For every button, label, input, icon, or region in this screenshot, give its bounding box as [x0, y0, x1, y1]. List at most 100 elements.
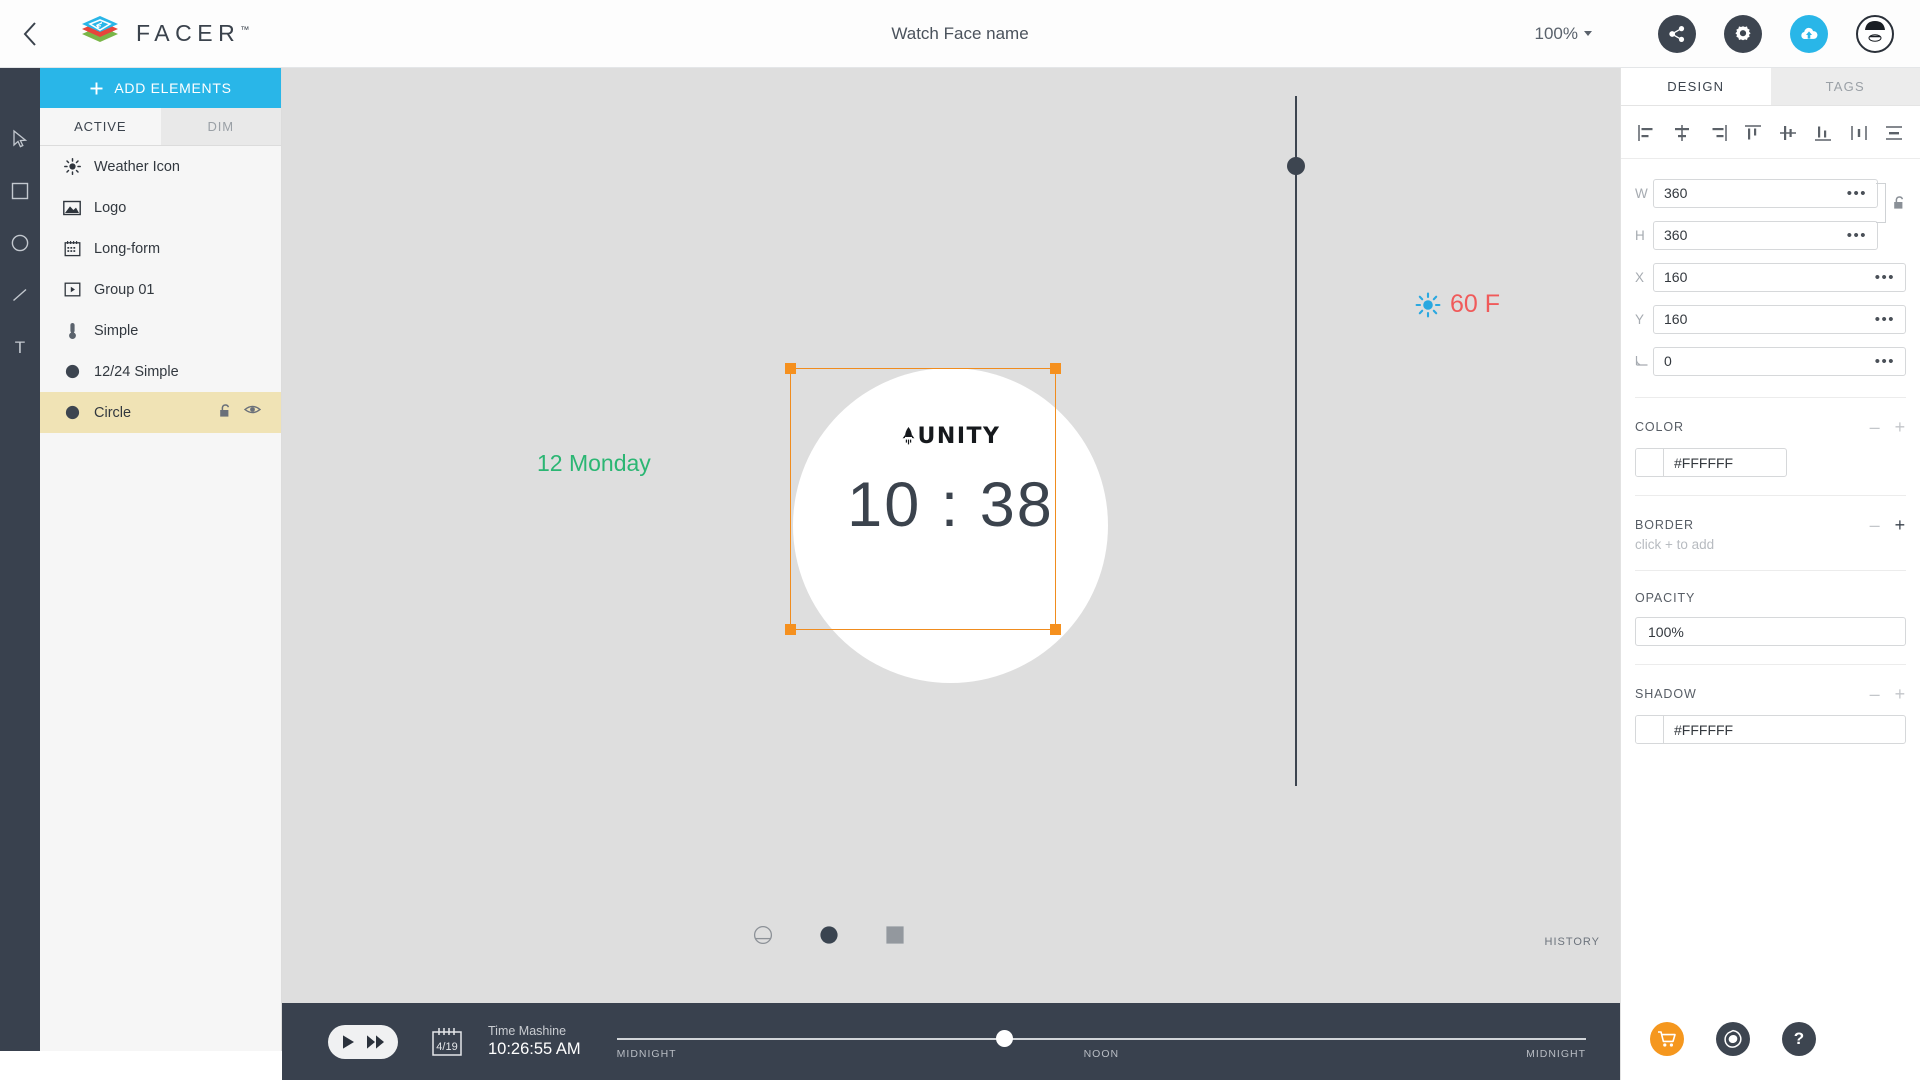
select-tool[interactable] — [7, 126, 33, 152]
add-elements-button[interactable]: ADD ELEMENTS — [40, 68, 281, 108]
rotation-input[interactable]: 0 ••• — [1653, 346, 1906, 376]
align-right-icon[interactable] — [1706, 122, 1730, 144]
x-label: X — [1635, 269, 1645, 285]
color-section-title: COLOR — [1635, 420, 1684, 434]
publish-button[interactable] — [1790, 14, 1828, 53]
distribute-horizontal-icon[interactable] — [1847, 122, 1871, 144]
angle-icon — [1635, 355, 1648, 366]
ellipse-tool[interactable] — [7, 230, 33, 256]
canvas-date-element[interactable]: 12 Monday — [537, 450, 651, 477]
canvas-zoom-slider[interactable] — [1287, 96, 1305, 786]
canvas-weather-element[interactable]: 60 F — [1415, 290, 1500, 319]
border-add-button[interactable]: + — [1895, 516, 1906, 534]
y-label: Y — [1635, 311, 1645, 327]
color-hex-value[interactable]: #FFFFFF — [1664, 449, 1786, 476]
playback-controls[interactable] — [328, 1024, 398, 1059]
shadow-color-field[interactable]: #FFFFFF — [1635, 715, 1906, 744]
width-options-icon[interactable]: ••• — [1847, 185, 1867, 202]
cursor-icon — [13, 129, 28, 148]
border-remove-button[interactable]: – — [1870, 516, 1881, 534]
filled-circle-icon — [62, 405, 82, 420]
height-options-icon[interactable]: ••• — [1847, 227, 1867, 244]
y-row: Y 160 ••• — [1635, 301, 1906, 337]
facer-logo: FACER™ — [78, 12, 249, 56]
align-center-horizontal-icon[interactable] — [1670, 122, 1694, 144]
distribute-vertical-icon[interactable] — [1882, 122, 1906, 144]
x-options-icon[interactable]: ••• — [1875, 269, 1895, 286]
inspiration-button[interactable] — [1716, 1022, 1750, 1056]
align-bottom-icon[interactable] — [1811, 122, 1835, 144]
time-slider-track — [616, 1037, 1586, 1040]
shadow-add-button[interactable]: + — [1895, 685, 1906, 703]
settings-button[interactable] — [1724, 14, 1762, 53]
top-bar: FACER™ Watch Face name 100% — [0, 0, 1920, 68]
time-slider[interactable]: MIDNIGHT NOON MIDNIGHT — [616, 1022, 1586, 1062]
x-input[interactable]: 160 ••• — [1653, 262, 1906, 292]
rotation-options-icon[interactable]: ••• — [1875, 353, 1895, 370]
history-button[interactable]: HISTORY — [1545, 936, 1601, 948]
align-left-icon[interactable] — [1635, 122, 1659, 144]
facer-diamond-icon — [82, 15, 118, 42]
layer-item-long-form[interactable]: Long-form — [40, 228, 281, 269]
back-button[interactable] — [0, 0, 60, 68]
width-input[interactable]: 360 ••• — [1653, 178, 1878, 208]
shadow-hex-value[interactable]: #FFFFFF — [1664, 716, 1905, 743]
play-icon — [342, 1034, 354, 1049]
resize-handle-sw[interactable] — [785, 624, 796, 635]
gear-icon — [1735, 25, 1751, 40]
shape-square[interactable] — [884, 924, 906, 951]
align-middle-vertical-icon[interactable] — [1776, 122, 1800, 144]
unlock-icon[interactable] — [219, 403, 232, 422]
text-tool[interactable]: T — [7, 334, 33, 360]
resize-handle-ne[interactable] — [1050, 363, 1061, 374]
border-section-title: BORDER — [1635, 518, 1694, 532]
color-remove-button[interactable]: – — [1870, 418, 1881, 436]
share-button[interactable] — [1658, 14, 1696, 53]
y-options-icon[interactable]: ••• — [1875, 311, 1895, 328]
color-add-button[interactable]: + — [1895, 418, 1906, 436]
divider — [1635, 664, 1906, 665]
align-top-icon[interactable] — [1741, 122, 1765, 144]
zoom-selector[interactable]: 100% — [1535, 24, 1592, 44]
opacity-section-title: OPACITY — [1635, 591, 1696, 605]
opacity-input[interactable]: 100% — [1635, 617, 1906, 646]
shadow-section-controls: – + — [1870, 685, 1906, 703]
aspect-lock-button[interactable] — [1893, 195, 1906, 215]
height-input[interactable]: 360 ••• — [1653, 220, 1878, 250]
layer-item-group-01[interactable]: Group 01 — [40, 269, 281, 310]
time-slider-knob[interactable] — [996, 1029, 1014, 1047]
layer-item-simple[interactable]: Simple — [40, 310, 281, 351]
y-input[interactable]: 160 ••• — [1653, 304, 1906, 334]
layer-item-logo[interactable]: Logo — [40, 187, 281, 228]
tab-design[interactable]: DESIGN — [1621, 68, 1771, 105]
shop-button[interactable] — [1650, 1022, 1684, 1056]
eye-icon[interactable] — [243, 403, 262, 422]
plus-icon — [90, 82, 103, 94]
watch-time-display: 10 : 38 — [847, 470, 1054, 540]
rectangle-tool[interactable] — [7, 178, 33, 204]
calendar-date-button[interactable]: 4/19 — [430, 1026, 464, 1058]
resize-handle-nw[interactable] — [785, 363, 796, 374]
account-avatar[interactable] — [1856, 14, 1894, 53]
canvas-zoom-slider-knob[interactable] — [1287, 157, 1305, 175]
layers-panel: ADD ELEMENTS ACTIVE DIM Weather Icon Log… — [40, 68, 282, 1051]
layer-item-12-24-simple[interactable]: 12/24 Simple — [40, 351, 281, 392]
shape-round[interactable] — [818, 924, 840, 951]
layer-item-circle[interactable]: Circle — [40, 392, 281, 433]
help-button[interactable]: ? — [1782, 1022, 1816, 1056]
shadow-section-title: SHADOW — [1635, 687, 1697, 701]
design-canvas[interactable]: 60 F 12 Monday UNITY 10: 38 HISTORY — [282, 68, 1620, 1003]
tab-tags[interactable]: TAGS — [1770, 68, 1920, 105]
watch-logo: UNITY — [901, 424, 1001, 449]
shadow-remove-button[interactable]: – — [1870, 685, 1881, 703]
layer-item-weather-icon[interactable]: Weather Icon — [40, 146, 281, 187]
color-swatch[interactable] — [1636, 449, 1664, 476]
tab-dim[interactable]: DIM — [160, 108, 281, 145]
watch-face-circle[interactable]: UNITY 10 : 38 — [793, 368, 1108, 683]
color-field[interactable]: #FFFFFF — [1635, 448, 1787, 477]
shape-flat-tire[interactable] — [752, 924, 774, 951]
shadow-color-swatch[interactable] — [1636, 716, 1664, 743]
square-icon — [11, 182, 29, 200]
tab-active[interactable]: ACTIVE — [40, 108, 161, 145]
line-tool[interactable] — [7, 282, 33, 308]
